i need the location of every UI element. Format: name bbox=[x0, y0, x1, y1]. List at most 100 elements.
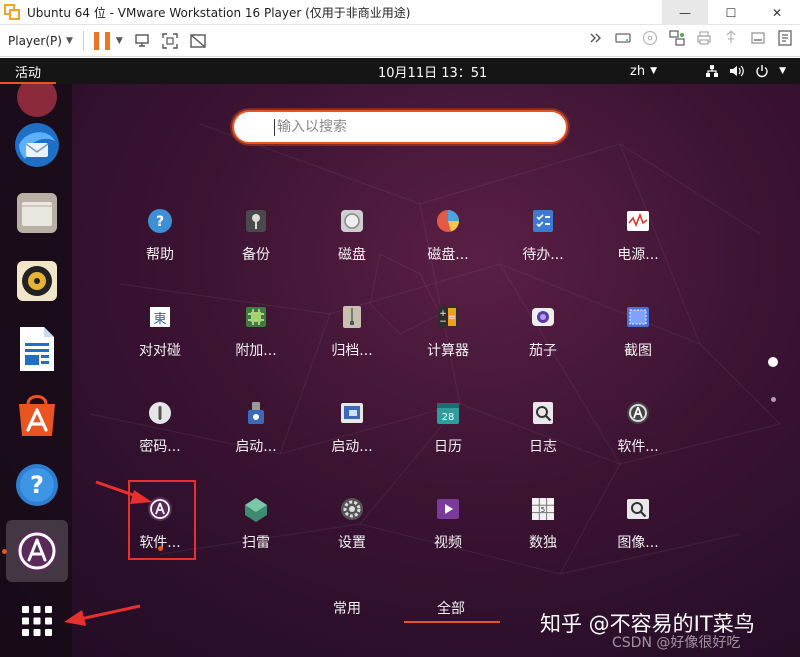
settings-icon bbox=[339, 496, 365, 522]
app-label: 帮助 bbox=[146, 247, 174, 263]
app-label: 电源... bbox=[617, 247, 659, 263]
writer-icon bbox=[20, 327, 54, 371]
app-running-indicator bbox=[158, 546, 163, 551]
app-tile[interactable]: 日志 bbox=[498, 400, 588, 480]
app-tile[interactable]: 扫雷 bbox=[211, 496, 301, 576]
software-updater-icon bbox=[16, 530, 58, 572]
dock-item-rhythmbox[interactable] bbox=[6, 250, 68, 312]
printer-icon[interactable] bbox=[695, 29, 713, 47]
hdd-icon[interactable] bbox=[614, 29, 632, 47]
dock: ? bbox=[0, 84, 72, 657]
app-tile[interactable]: 归档... bbox=[307, 304, 397, 384]
app-tile[interactable]: 启动... bbox=[211, 400, 301, 480]
more-icon[interactable] bbox=[587, 29, 605, 47]
chevron-down-icon: ▼ bbox=[65, 35, 73, 46]
dock-item-help[interactable]: ? bbox=[6, 454, 68, 516]
gnome-top-bar: 活动 10月11日 13：51 zh ▼ ▼ bbox=[0, 58, 800, 84]
fullscreen-icon[interactable] bbox=[161, 32, 179, 50]
clock[interactable]: 10月11日 13：51 bbox=[378, 58, 487, 84]
app-tile[interactable]: 5 数独 bbox=[498, 496, 588, 576]
unity-icon[interactable] bbox=[189, 32, 207, 50]
app-tile[interactable]: 图像... bbox=[593, 496, 683, 576]
app-tile[interactable]: 待办... bbox=[498, 208, 588, 288]
app-tile[interactable]: 设置 bbox=[307, 496, 397, 576]
app-tile[interactable]: 启动... bbox=[307, 400, 397, 480]
player-menu[interactable]: Player(P) ▼ bbox=[8, 34, 73, 48]
app-tile[interactable]: 28 日历 bbox=[403, 400, 493, 480]
window-title: Ubuntu 64 位 - VMware Workstation 16 Play… bbox=[27, 5, 411, 20]
svg-text:5: 5 bbox=[541, 506, 545, 514]
app-tile[interactable]: 附加... bbox=[211, 304, 301, 384]
app-tile[interactable]: 电源... bbox=[593, 208, 683, 288]
search-box[interactable] bbox=[232, 110, 568, 144]
vmware-toolbar: Player(P) ▼ ▼ bbox=[0, 25, 800, 57]
app-label: 待办... bbox=[522, 247, 564, 263]
app-tile[interactable]: 密码... bbox=[115, 400, 205, 480]
app-tile[interactable]: 截图 bbox=[593, 304, 683, 384]
dock-item-show-apps[interactable] bbox=[6, 590, 68, 652]
system-menu[interactable]: ▼ bbox=[695, 58, 786, 84]
dock-item-writer[interactable] bbox=[6, 318, 68, 380]
help-icon: ? bbox=[16, 464, 58, 506]
dock-item-thunderbird[interactable] bbox=[6, 114, 68, 176]
cd-icon[interactable] bbox=[641, 29, 659, 47]
app-tile[interactable]: 磁盘 bbox=[307, 208, 397, 288]
dock-item-files[interactable] bbox=[6, 182, 68, 244]
page-indicator-current[interactable] bbox=[768, 357, 778, 367]
passwords-icon bbox=[147, 400, 173, 426]
app-tile[interactable]: 茄子 bbox=[498, 304, 588, 384]
image-viewer-icon bbox=[625, 496, 651, 522]
svg-text:東: 東 bbox=[153, 311, 166, 327]
send-ctrl-alt-del-icon[interactable] bbox=[133, 32, 151, 50]
app-tile[interactable]: 备份 bbox=[211, 208, 301, 288]
app-label: 视频 bbox=[434, 535, 462, 551]
svg-text:−: − bbox=[439, 317, 447, 327]
cheese-icon bbox=[530, 304, 556, 330]
chevron-down-icon[interactable]: ▼ bbox=[116, 36, 123, 46]
app-label: 设置 bbox=[338, 535, 366, 551]
rhythmbox-icon bbox=[17, 261, 57, 301]
startup-disk-icon bbox=[243, 400, 269, 426]
csdn-watermark: CSDN @好像很好吃 bbox=[612, 635, 741, 651]
app-label: 启动... bbox=[235, 439, 277, 455]
annotation-arrow-icon bbox=[64, 604, 141, 626]
close-button[interactable]: ✕ bbox=[754, 0, 800, 25]
dock-item-software-center[interactable] bbox=[6, 386, 68, 448]
maximize-button[interactable]: ☐ bbox=[708, 0, 754, 25]
app-tile[interactable]: ? 帮助 bbox=[115, 208, 205, 288]
additional-drivers-icon bbox=[243, 304, 269, 330]
app-label: 数独 bbox=[529, 535, 557, 551]
dock-item-software-updater[interactable] bbox=[6, 520, 68, 582]
network-icon[interactable] bbox=[668, 29, 686, 47]
app-tile[interactable]: 東对对碰 bbox=[115, 304, 205, 384]
tab-all[interactable]: 全部 bbox=[437, 598, 465, 618]
app-label: 附加... bbox=[235, 343, 277, 359]
startup-apps-icon bbox=[339, 400, 365, 426]
app-tile[interactable]: 视频 bbox=[403, 496, 493, 576]
minimize-button[interactable]: — bbox=[662, 0, 708, 25]
tab-frequent[interactable]: 常用 bbox=[333, 598, 361, 618]
usb-icon[interactable] bbox=[722, 29, 740, 47]
chevron-down-icon: ▼ bbox=[650, 66, 657, 76]
message-icon[interactable] bbox=[776, 29, 794, 47]
app-label: 对对碰 bbox=[139, 343, 181, 359]
input-method-menu[interactable]: zh ▼ bbox=[630, 58, 657, 84]
app-tile[interactable]: 软件... bbox=[593, 400, 683, 480]
search-input[interactable] bbox=[277, 119, 517, 135]
input-method-label: zh bbox=[630, 63, 646, 79]
mines-icon bbox=[243, 496, 269, 522]
videos-icon bbox=[435, 496, 461, 522]
activities-overview: ? ? 帮助 备份 磁盘 磁盘... 待办... 电源... 東对对碰 附加... 归档... +−… bbox=[0, 84, 800, 657]
app-tile[interactable]: 磁盘... bbox=[403, 208, 493, 288]
pause-icon[interactable] bbox=[93, 31, 110, 50]
vmware-title-bar: Ubuntu 64 位 - VMware Workstation 16 Play… bbox=[0, 0, 800, 25]
page-indicator[interactable] bbox=[771, 397, 776, 402]
svg-text:28: 28 bbox=[442, 412, 455, 423]
text-cursor bbox=[274, 118, 275, 136]
sound-icon[interactable] bbox=[749, 29, 767, 47]
power-stats-icon bbox=[625, 208, 651, 234]
activities-button[interactable]: 活动 bbox=[0, 58, 56, 84]
app-tile[interactable]: + − = 计算器 bbox=[403, 304, 493, 384]
app-label: 磁盘... bbox=[427, 247, 469, 263]
app-label: 图像... bbox=[617, 535, 659, 551]
